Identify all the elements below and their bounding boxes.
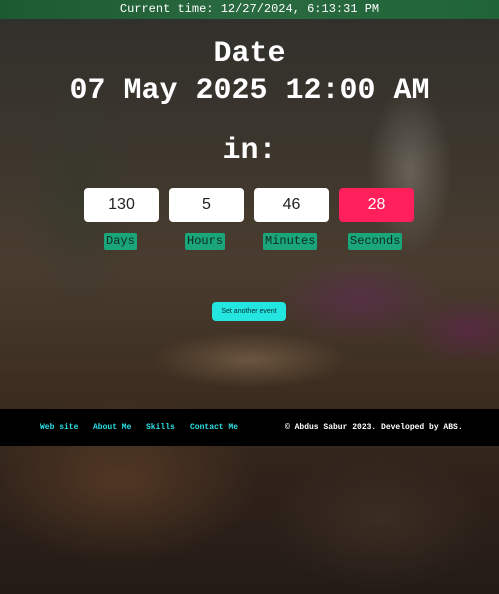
event-date: 07 May 2025 12:00 AM [69,74,430,108]
hours-value: 5 [169,188,244,222]
footer-link-contact[interactable]: Contact Me [190,423,238,433]
days-value: 130 [84,188,159,222]
date-heading: Date [213,37,286,71]
footer-link-skills[interactable]: Skills [146,423,175,433]
days-label: Days [104,233,137,250]
footer-link-website[interactable]: Web site [40,423,78,433]
in-heading: in: [222,134,277,168]
seconds-label: Seconds [348,233,403,250]
hours-label: Hours [185,233,226,250]
footer: Web site About Me Skills Contact Me © Ab… [0,409,499,446]
footer-copyright: © Abdus Sabur 2023. Developed by ABS. [285,423,463,432]
minutes-label: Minutes [263,233,318,250]
footer-link-about[interactable]: About Me [93,423,131,433]
seconds-value: 28 [339,188,414,222]
minutes-value: 46 [254,188,329,222]
current-time-text: Current time: 12/27/2024, 6:13:31 PM [119,2,380,16]
current-time-bar: Current time: 12/27/2024, 6:13:31 PM [0,0,499,19]
set-another-event-button[interactable]: Set another event [212,302,286,321]
